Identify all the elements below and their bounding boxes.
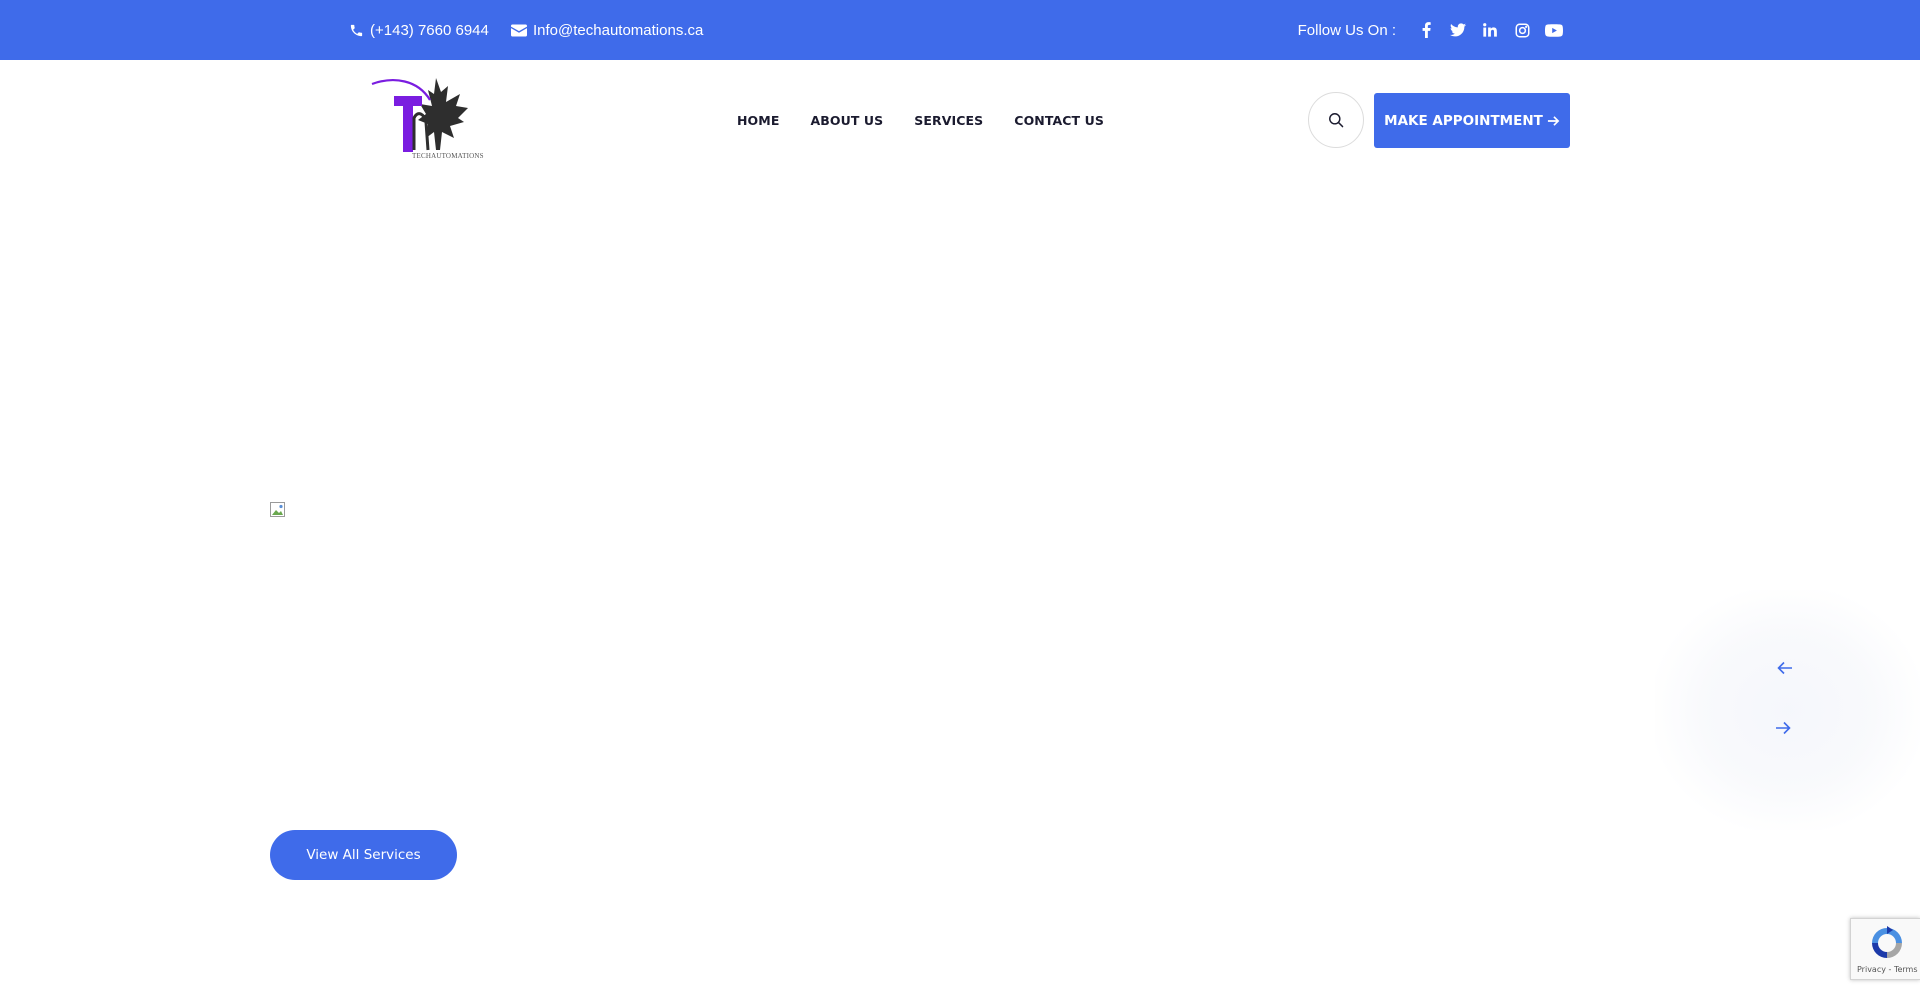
make-appointment-button[interactable]: MAKE APPOINTMENT (1374, 93, 1570, 148)
recaptcha-icon (1872, 926, 1902, 958)
search-icon (1329, 113, 1344, 128)
make-appointment-label: MAKE APPOINTMENT (1384, 112, 1543, 129)
logo-mark (371, 78, 468, 152)
site-header: TECHAUTOMATIONS HOME ABOUT US SERVICES C… (0, 60, 1920, 180)
nav-item-about-us[interactable]: ABOUT US (810, 113, 883, 128)
nav-item-contact-us[interactable]: CONTACT US (1014, 113, 1104, 128)
phone-number: (+143) 7660 6944 (370, 21, 489, 39)
linkedin-icon (1483, 23, 1497, 37)
recaptcha-terms-link[interactable]: Terms (1894, 965, 1918, 974)
slider-prev-button[interactable] (1765, 648, 1805, 688)
broken-image-icon (270, 502, 286, 518)
contact-email[interactable]: Info@techautomations.ca (511, 0, 703, 60)
view-all-services-button[interactable]: View All Services (270, 830, 457, 880)
envelope-icon (511, 24, 527, 36)
facebook-icon (1422, 22, 1431, 38)
top-bar: (+143) 7660 6944 Info@techautomations.ca… (0, 0, 1920, 60)
social-follow: Follow Us On : (1298, 0, 1570, 60)
arrow-right-icon (1547, 115, 1560, 126)
nav-item-services[interactable]: SERVICES (914, 113, 983, 128)
youtube-icon (1545, 23, 1563, 37)
linkedin-link[interactable] (1474, 0, 1506, 60)
arrow-left-icon (1777, 661, 1792, 675)
main-nav: HOME ABOUT US SERVICES CONTACT US (737, 60, 1135, 180)
view-all-services-label: View All Services (306, 847, 421, 863)
facebook-link[interactable] (1410, 0, 1442, 60)
instagram-link[interactable] (1506, 0, 1538, 60)
youtube-link[interactable] (1538, 0, 1570, 60)
twitter-icon (1450, 23, 1466, 37)
site-logo[interactable] (370, 70, 486, 162)
email-address: Info@techautomations.ca (533, 21, 704, 39)
logo-text: TECHAUTOMATIONS (412, 152, 484, 160)
phone-icon (350, 24, 363, 36)
recaptcha-links: Privacy - Terms (1857, 965, 1918, 974)
twitter-link[interactable] (1442, 0, 1474, 60)
arrow-right-icon (1776, 721, 1791, 735)
nav-item-home[interactable]: HOME (737, 113, 779, 128)
recaptcha-privacy-link[interactable]: Privacy (1857, 965, 1886, 974)
slider-next-button[interactable] (1763, 708, 1803, 748)
search-button[interactable] (1308, 92, 1364, 148)
instagram-icon (1515, 23, 1529, 37)
contact-phone[interactable]: (+143) 7660 6944 (349, 0, 489, 60)
recaptcha-badge[interactable]: Privacy - Terms (1850, 918, 1920, 980)
follow-label: Follow Us On : (1297, 21, 1396, 39)
